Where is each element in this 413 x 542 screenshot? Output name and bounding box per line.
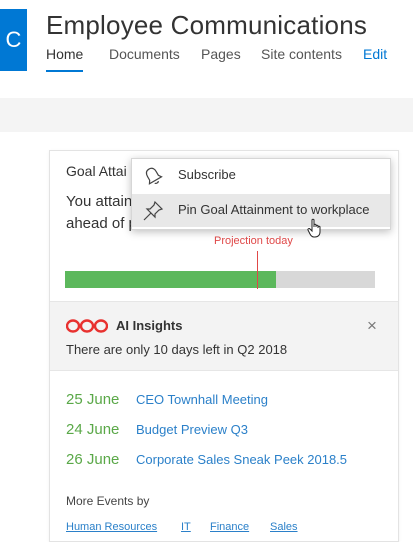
- event-date: 26 June: [66, 451, 120, 468]
- card-context-menu: Subscribe Pin Goal Attainment to workpla…: [131, 158, 391, 230]
- ai-insights-logo-icon: [66, 319, 108, 333]
- nav-site-contents[interactable]: Site contents: [261, 46, 342, 62]
- event-date: 25 June: [66, 391, 120, 408]
- edit-link[interactable]: Edit: [363, 46, 387, 62]
- site-logo[interactable]: C: [0, 9, 27, 71]
- dept-link-sales[interactable]: Sales: [270, 521, 298, 533]
- more-events-label: More Events by: [66, 494, 150, 508]
- projection-marker: [257, 251, 258, 289]
- site-header: C Employee Communications Home Documents…: [0, 0, 413, 90]
- menu-item-label: Subscribe: [178, 167, 236, 182]
- hand-cursor-icon: [307, 218, 321, 238]
- close-icon[interactable]: ×: [367, 316, 377, 336]
- menu-item-label: Pin Goal Attainment to workplace: [178, 202, 370, 217]
- canvas-right-gutter: [398, 132, 413, 530]
- canvas-left-gutter: [0, 132, 48, 530]
- event-link[interactable]: Corporate Sales Sneak Peek 2018.5: [136, 452, 347, 467]
- event-link[interactable]: Budget Preview Q3: [136, 422, 248, 437]
- event-link[interactable]: CEO Townhall Meeting: [136, 392, 268, 407]
- nav-home[interactable]: Home: [46, 46, 84, 72]
- ai-insights-title: AI Insights: [116, 318, 183, 333]
- menu-item-pin-to-workplace[interactable]: Pin Goal Attainment to workplace: [132, 194, 390, 227]
- projection-label: Projection today: [214, 235, 293, 247]
- ai-insights-message: There are only 10 days left in Q2 2018: [66, 342, 288, 357]
- ai-insights-panel: AI Insights × There are only 10 days lef…: [50, 301, 398, 371]
- menu-item-subscribe[interactable]: Subscribe: [132, 159, 390, 192]
- event-date: 24 June: [66, 421, 120, 438]
- goal-progress-bar: [65, 271, 375, 288]
- canvas-band: [0, 98, 413, 132]
- site-logo-letter: C: [5, 27, 22, 52]
- dept-link-human-resources[interactable]: Human Resources: [66, 521, 157, 533]
- nav-pages[interactable]: Pages: [201, 46, 241, 62]
- nav-documents[interactable]: Documents: [109, 46, 180, 62]
- site-title: Employee Communications: [46, 10, 368, 40]
- dept-link-it[interactable]: IT: [181, 521, 191, 533]
- bell-icon: [145, 167, 163, 185]
- goal-title: Goal Attai: [66, 163, 127, 179]
- pin-icon: [143, 200, 164, 221]
- dept-link-finance[interactable]: Finance: [210, 521, 249, 533]
- goal-progress-fill: [65, 271, 276, 288]
